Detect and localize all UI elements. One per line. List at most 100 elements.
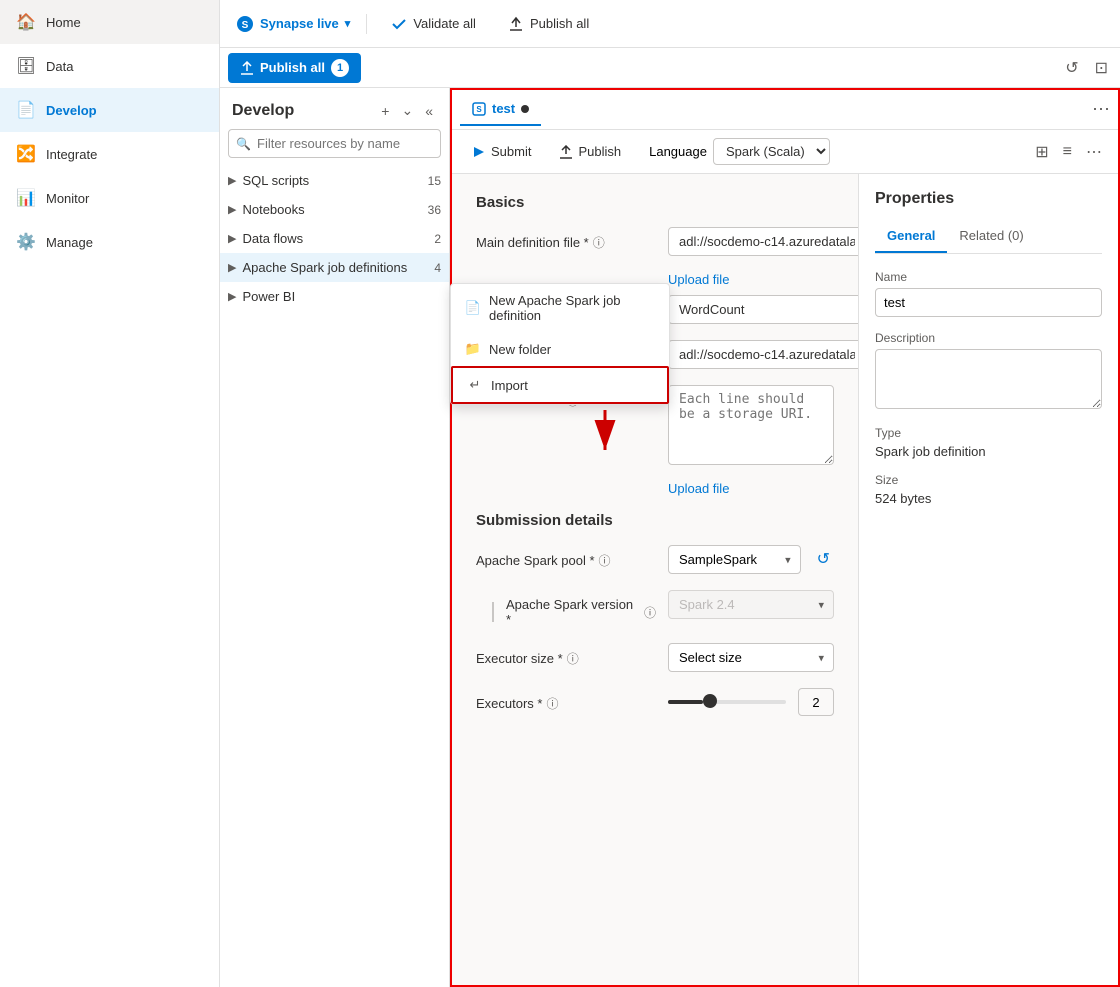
- sidebar-item-develop[interactable]: 📄 Develop: [0, 88, 219, 132]
- related-tab[interactable]: Related (0): [947, 220, 1035, 253]
- tab-more-button[interactable]: ⋯: [1092, 99, 1110, 120]
- ctx-new-folder[interactable]: 📁 New folder: [451, 332, 669, 366]
- synapse-badge[interactable]: S Synapse live ▾: [236, 15, 350, 33]
- props-type-value: Spark job definition: [875, 444, 1102, 459]
- ctx-item-label: New Apache Spark job definition: [489, 293, 655, 323]
- spark-version-label: Apache Spark version * ⓘ: [476, 590, 656, 627]
- develop-icon: 📄: [16, 100, 36, 120]
- properties-panel: Properties General Related (0) Name: [858, 174, 1118, 985]
- general-tab[interactable]: General: [875, 220, 947, 253]
- refresh-button[interactable]: ↺: [1061, 54, 1082, 82]
- props-description-field: Description: [875, 331, 1102, 412]
- filter-box: 🔍: [228, 129, 441, 158]
- synapse-label: Synapse live: [260, 16, 339, 31]
- spark-version-select[interactable]: Spark 2.4: [668, 590, 834, 619]
- executor-size-select-wrapper: Select size ▾: [668, 643, 834, 672]
- sidebar-item-label: Home: [46, 15, 81, 30]
- tab-label: test: [492, 101, 515, 116]
- publish-all-label: Publish all: [260, 60, 325, 75]
- toolbar-icon-btn-2[interactable]: ≡: [1059, 138, 1076, 166]
- tree-item-sql[interactable]: ▶ SQL scripts 15: [220, 166, 449, 195]
- validate-all-button[interactable]: Validate all: [383, 12, 484, 36]
- integrate-icon: 🔀: [16, 144, 36, 164]
- develop-actions: + ⌄ «: [377, 100, 437, 121]
- chevron-icon: ▶: [228, 290, 236, 303]
- publish-icon-top: [508, 16, 524, 32]
- sidebar-item-home[interactable]: 🏠 Home: [0, 0, 219, 44]
- executors-slider-fill: [668, 700, 703, 704]
- sidebar-item-integrate[interactable]: 🔀 Integrate: [0, 132, 219, 176]
- publish-all-top-button[interactable]: Publish all: [500, 12, 597, 36]
- chevron-icon: ▶: [228, 174, 236, 187]
- tab-bar: S test ⋯: [452, 90, 1118, 130]
- toolbar-more-btn[interactable]: ⋯: [1082, 138, 1106, 166]
- executors-slider-thumb[interactable]: [703, 694, 717, 708]
- tree-item-count: 2: [434, 232, 441, 246]
- arrow-indicator: [585, 408, 625, 461]
- executors-info-icon: ⓘ: [546, 695, 558, 712]
- toolbar-icon-btn-1[interactable]: ⊞: [1031, 138, 1052, 166]
- tree-item-label: Power BI: [242, 289, 441, 304]
- develop-title: Develop: [232, 102, 294, 120]
- tree-item-powerbi[interactable]: ▶ Power BI: [220, 282, 449, 311]
- filter-input[interactable]: [228, 129, 441, 158]
- cmd-args-input[interactable]: [668, 340, 858, 369]
- publish-label: Publish: [578, 144, 621, 159]
- spark-pool-select-wrapper: SampleSpark ▾: [668, 545, 801, 574]
- main-class-input[interactable]: [668, 295, 858, 324]
- tree-item-dataflows[interactable]: ▶ Data flows 2: [220, 224, 449, 253]
- executor-size-select[interactable]: Select size: [668, 643, 834, 672]
- context-menu: 📄 New Apache Spark job definition 📁 New …: [450, 283, 670, 405]
- upload-file2-link[interactable]: Upload file: [668, 481, 834, 496]
- spark-pool-refresh-button[interactable]: ↺: [813, 545, 834, 573]
- main-def-label: Main definition file * ⓘ: [476, 227, 656, 251]
- spark-pool-select[interactable]: SampleSpark: [668, 545, 801, 574]
- props-size-label: Size: [875, 473, 1102, 487]
- sidebar-item-manage[interactable]: ⚙️ Manage: [0, 220, 219, 264]
- related-tab-label: Related (0): [959, 228, 1023, 243]
- add-resource-button[interactable]: +: [377, 100, 393, 121]
- manage-icon: ⚙️: [16, 232, 36, 252]
- upload-file-link[interactable]: Upload file: [668, 272, 834, 287]
- close-panel-button[interactable]: «: [421, 100, 437, 121]
- publish-button[interactable]: Publish: [551, 139, 629, 164]
- ctx-import[interactable]: ↵ Import: [451, 366, 669, 404]
- home-icon: 🏠: [16, 12, 36, 32]
- unsaved-indicator: [521, 105, 529, 113]
- props-description-textarea[interactable]: [875, 349, 1102, 409]
- editor-toolbar: Submit Publish Language Spark (Scala) ⊞: [452, 130, 1118, 174]
- sidebar-item-data[interactable]: 🗄 Data: [0, 44, 219, 88]
- submit-button[interactable]: Submit: [464, 139, 539, 164]
- submit-label: Submit: [491, 144, 531, 159]
- language-selector: Language Spark (Scala): [649, 138, 830, 165]
- props-type-field: Type Spark job definition: [875, 426, 1102, 459]
- main-def-info-icon: ⓘ: [593, 234, 605, 251]
- executor-size-row: Executor size * ⓘ Select size ▾: [476, 643, 834, 672]
- tree-item-notebooks[interactable]: ▶ Notebooks 36: [220, 195, 449, 224]
- executor-size-label: Executor size * ⓘ: [476, 643, 656, 667]
- test-tab[interactable]: S test: [460, 93, 541, 126]
- bar-right: ↺ ⊡: [1061, 54, 1112, 82]
- layout-button[interactable]: ⊡: [1091, 54, 1112, 82]
- sidebar-item-monitor[interactable]: 📊 Monitor: [0, 176, 219, 220]
- main-def-input[interactable]: [668, 227, 858, 256]
- basics-title: Basics: [476, 194, 834, 211]
- executors-row: Executors * ⓘ 2: [476, 688, 834, 716]
- spark-version-select-wrapper: Spark 2.4 ▾: [668, 590, 834, 619]
- data-icon: 🗄: [16, 56, 36, 76]
- tree-item-spark-jobs[interactable]: ▶ Apache Spark job definitions 4: [220, 253, 449, 282]
- synapse-icon: S: [236, 15, 254, 33]
- props-description-label: Description: [875, 331, 1102, 345]
- executors-label: Executors * ⓘ: [476, 688, 656, 712]
- language-select-input[interactable]: Spark (Scala): [713, 138, 830, 165]
- collapse-button[interactable]: ⌄: [397, 100, 417, 121]
- sidebar-item-label: Integrate: [46, 147, 97, 162]
- publish-all-button[interactable]: Publish all 1: [228, 53, 361, 83]
- publish-all-top-label: Publish all: [530, 16, 589, 31]
- ref-files-textarea[interactable]: [668, 385, 834, 465]
- props-name-input[interactable]: [875, 288, 1102, 317]
- tree-item-label: SQL scripts: [242, 173, 427, 188]
- top-bar-separator: [366, 14, 367, 34]
- props-name-label: Name: [875, 270, 1102, 284]
- ctx-new-spark-job[interactable]: 📄 New Apache Spark job definition: [451, 284, 669, 332]
